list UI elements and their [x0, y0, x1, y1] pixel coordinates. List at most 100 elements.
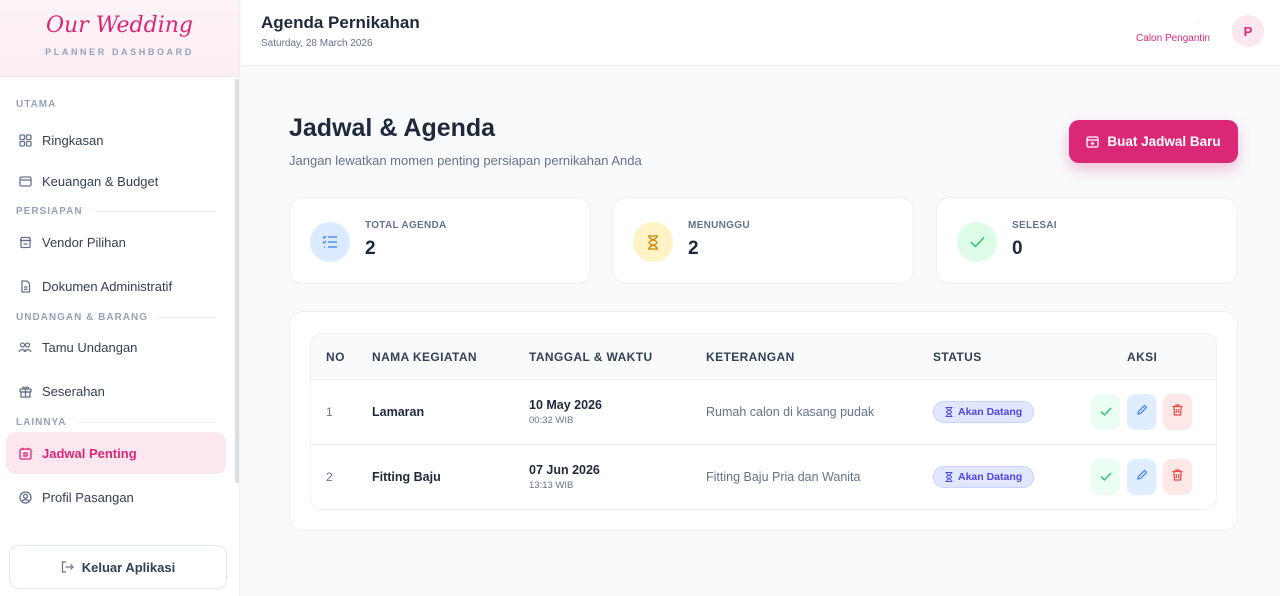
sidebar-item-label: Tamu Undangan — [42, 339, 138, 355]
row-number: 2 — [326, 470, 333, 484]
section-persiapan: PERSIAPAN — [16, 206, 216, 217]
column-header: AKSI — [1127, 350, 1158, 364]
row-number: 1 — [326, 405, 333, 419]
brand-subtitle: PLANNER DASHBOARD — [45, 47, 194, 57]
activity-description: Fitting Baju Pria dan Wanita — [706, 470, 861, 484]
column-header: TANGGAL & WAKTU — [529, 350, 653, 364]
document-icon — [18, 279, 32, 293]
sidebar-item-label: Jadwal Penting — [42, 445, 137, 461]
stat-menunggu: MENUNGGU 2 — [612, 197, 914, 284]
section-label: LAINNYA — [16, 417, 67, 428]
sidebar-item-label: Profil Pasangan — [42, 489, 134, 505]
sidebar-item-label: Keuangan & Budget — [42, 173, 159, 189]
activity-name: Fitting Baju — [372, 470, 441, 484]
sidebar-item-profil[interactable]: Profil Pasangan — [6, 476, 226, 518]
sidebar-item-keuangan[interactable]: Keuangan & Budget — [6, 160, 226, 202]
status-badge: Akan Datang — [933, 401, 1035, 423]
hourglass-icon — [945, 472, 953, 482]
user-role: Calon Pengantin — [1136, 33, 1210, 44]
hourglass-icon — [945, 407, 953, 417]
check-icon — [1100, 403, 1112, 421]
check-icon — [957, 222, 997, 262]
section-lainnya: LAINNYA — [16, 417, 216, 428]
sidebar-item-tamu[interactable]: Tamu Undangan — [6, 326, 226, 368]
stat-value: 2 — [365, 238, 376, 259]
activity-date: 07 Jun 2026 — [529, 463, 600, 477]
trash-icon — [1172, 468, 1183, 486]
table-row: 1 Lamaran 10 May 2026 00:32 WIB Rumah ca… — [311, 380, 1216, 445]
status-label: Akan Datang — [958, 406, 1023, 418]
table-header: NO NAMA KEGIATAN TANGGAL & WAKTU KETERAN… — [311, 334, 1216, 380]
new-schedule-button[interactable]: Buat Jadwal Baru — [1069, 120, 1238, 163]
logout-icon — [61, 561, 74, 573]
store-icon — [18, 235, 32, 249]
activity-name: Lamaran — [372, 405, 425, 419]
sidebar-item-dokumen[interactable]: Dokumen Administratif — [6, 265, 226, 307]
brand: Our Wedding PLANNER DASHBOARD — [0, 0, 239, 77]
mark-done-button[interactable] — [1091, 459, 1120, 495]
delete-button[interactable] — [1163, 459, 1192, 495]
logout-label: Keluar Aplikasi — [81, 559, 176, 575]
stat-value: 2 — [688, 238, 699, 259]
stat-value: 0 — [1012, 238, 1023, 259]
section-label: UNDANGAN & BARANG — [16, 312, 148, 323]
new-schedule-label: Buat Jadwal Baru — [1107, 134, 1221, 149]
hourglass-icon — [633, 222, 673, 262]
page-title: Jadwal & Agenda — [289, 114, 496, 142]
table-row: 2 Fitting Baju 07 Jun 2026 13:13 WIB Fit… — [311, 445, 1216, 509]
column-header: KETERANGAN — [706, 350, 795, 364]
sidebar-item-seserahan[interactable]: Seserahan — [6, 370, 226, 412]
stat-label: SELESAI — [1012, 220, 1057, 231]
mark-done-button[interactable] — [1091, 394, 1120, 430]
list-check-icon — [310, 222, 350, 262]
logout-button[interactable]: Keluar Aplikasi — [9, 545, 227, 589]
stat-label: TOTAL AGENDA — [365, 220, 447, 231]
stat-selesai: SELESAI 0 — [936, 197, 1238, 284]
trash-icon — [1172, 403, 1183, 421]
wallet-icon — [18, 174, 32, 188]
section-utama: UTAMA — [16, 99, 216, 110]
sidebar-item-ringkasan[interactable]: Ringkasan — [6, 119, 226, 161]
section-label: UTAMA — [16, 99, 57, 110]
gift-icon — [18, 384, 32, 398]
sidebar-item-label: Seserahan — [42, 383, 105, 399]
sidebar-item-vendor[interactable]: Vendor Pilihan — [6, 221, 226, 263]
header-title: Agenda Pernikahan — [261, 13, 420, 32]
stat-total-agenda: TOTAL AGENDA 2 — [289, 197, 591, 284]
sidebar: Our Wedding PLANNER DASHBOARD UTAMA Ring… — [0, 0, 240, 596]
activity-time: 00:32 WIB — [529, 415, 574, 426]
agenda-card: NO NAMA KEGIATAN TANGGAL & WAKTU KETERAN… — [289, 311, 1238, 531]
status-badge: Akan Datang — [933, 466, 1035, 488]
delete-button[interactable] — [1163, 394, 1192, 430]
activity-description: Rumah calon di kasang pudak — [706, 405, 875, 419]
user-circle-icon — [18, 490, 32, 504]
sidebar-scrollbar[interactable] — [235, 79, 239, 483]
calendar-icon — [18, 446, 32, 460]
stat-label: MENUNGGU — [688, 220, 750, 231]
sidebar-item-label: Dokumen Administratif — [42, 278, 173, 294]
column-header: STATUS — [933, 350, 982, 364]
column-header: NO — [326, 350, 345, 364]
activity-time: 13:13 WIB — [529, 480, 574, 491]
header-separator: - — [1196, 18, 1199, 27]
check-icon — [1100, 468, 1112, 486]
top-header: Agenda Pernikahan Saturday, 28 March 202… — [241, 0, 1280, 66]
section-undangan: UNDANGAN & BARANG — [16, 312, 216, 323]
status-label: Akan Datang — [958, 471, 1023, 483]
agenda-table: NO NAMA KEGIATAN TANGGAL & WAKTU KETERAN… — [310, 333, 1217, 510]
sidebar-item-label: Ringkasan — [42, 132, 104, 148]
edit-button[interactable] — [1127, 394, 1156, 430]
edit-button[interactable] — [1127, 459, 1156, 495]
page-subtitle: Jangan lewatkan momen penting persiapan … — [289, 153, 642, 168]
column-header: NAMA KEGIATAN — [372, 350, 477, 364]
sidebar-item-jadwal-penting[interactable]: Jadwal Penting — [6, 432, 226, 474]
activity-date: 10 May 2026 — [529, 398, 602, 412]
header-date: Saturday, 28 March 2026 — [261, 38, 373, 49]
sidebar-item-label: Vendor Pilihan — [42, 234, 126, 250]
section-label: PERSIAPAN — [16, 206, 83, 217]
calendar-plus-icon — [1086, 135, 1100, 148]
avatar[interactable]: P — [1232, 15, 1264, 47]
pencil-icon — [1136, 403, 1148, 421]
brand-logo: Our Wedding — [45, 13, 193, 38]
pencil-icon — [1136, 468, 1148, 486]
